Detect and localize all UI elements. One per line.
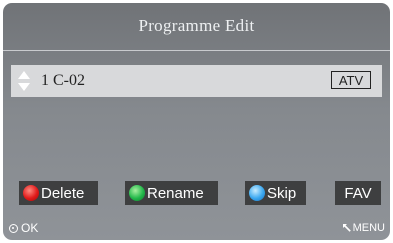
ok-hint: OK [9, 221, 38, 235]
blue-dot-icon [249, 185, 265, 201]
arrow-down-icon [18, 83, 30, 91]
channel-number-name: 1 C-02 [41, 72, 85, 89]
up-down-arrows-icon [18, 71, 30, 91]
menu-label: MENU [352, 222, 385, 234]
skip-button[interactable]: Skip [245, 181, 306, 205]
return-arrow-icon [342, 224, 351, 232]
green-dot-icon [129, 185, 145, 201]
rename-button[interactable]: Rename [125, 181, 218, 205]
title-divider [3, 50, 390, 51]
channel-type-badge: ATV [331, 71, 371, 89]
skip-label: Skip [267, 184, 297, 202]
ok-label: OK [21, 221, 39, 235]
channel-row[interactable]: 1 C-02 ATV [11, 65, 382, 97]
programme-edit-panel: Programme Edit 1 C-02 ATV Delete Rename … [3, 3, 390, 240]
delete-label: Delete [41, 184, 85, 202]
red-dot-icon [23, 185, 39, 201]
delete-button[interactable]: Delete [19, 181, 98, 205]
page-title: Programme Edit [138, 16, 255, 35]
rename-label: Rename [147, 184, 204, 202]
arrow-up-icon [18, 71, 30, 79]
fav-label: FAV [344, 184, 372, 202]
menu-hint: MENU [342, 222, 385, 234]
fav-button[interactable]: FAV [335, 181, 381, 205]
ok-circle-icon [9, 223, 18, 233]
